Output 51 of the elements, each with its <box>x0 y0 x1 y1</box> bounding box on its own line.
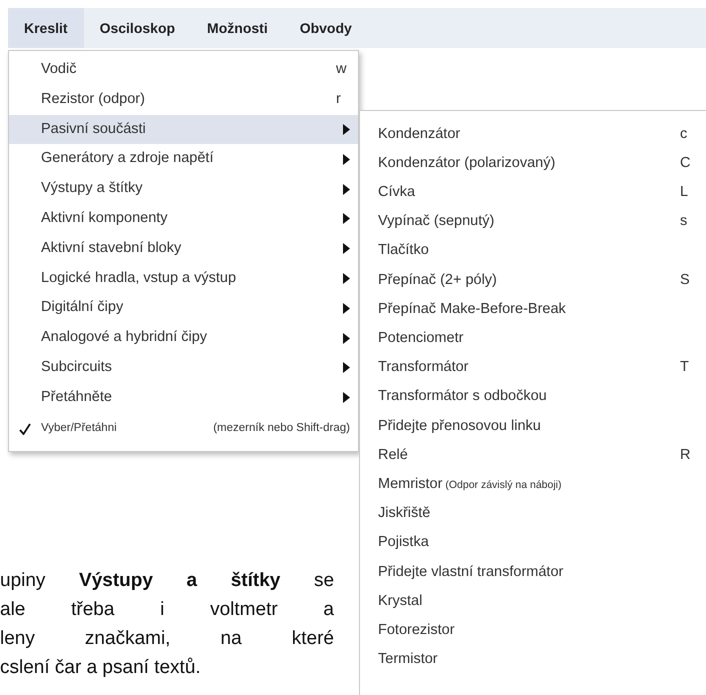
menu-item[interactable]: Jiskřiště <box>360 499 706 529</box>
submenu-arrow-icon <box>343 302 350 314</box>
menu-bar-item[interactable]: Kreslit <box>8 8 84 48</box>
paragraph-line: ale třeba i voltmetr a <box>0 598 334 622</box>
menu-item[interactable]: Memristor (Odpor závislý na náboji) <box>360 470 706 500</box>
submenu-arrow-icon <box>343 272 350 284</box>
menu-item[interactable]: Pojistka <box>360 528 706 558</box>
menu-bar-item[interactable]: Možnosti <box>191 8 284 48</box>
menu-item[interactable]: Vodič w <box>9 55 358 85</box>
menu-item[interactable]: Transformátor s odbočkou <box>360 382 706 412</box>
menu-item[interactable]: Pasivní součásti <box>9 114 358 144</box>
menu-item[interactable]: Přidejte vlastní transformátor <box>360 558 706 587</box>
menu-item[interactable]: Cívka L <box>360 178 706 208</box>
menu-item[interactable]: Aktivní stavební bloky <box>9 234 358 264</box>
menu-item[interactable]: Kondenzátor c <box>360 120 706 150</box>
menu-bar-item[interactable]: Osciloskop <box>84 8 192 48</box>
menu-item[interactable]: Krystal <box>360 587 706 616</box>
menu-item[interactable]: Fotorezistor <box>360 616 706 646</box>
menu-item[interactable]: Subcircuits <box>9 352 358 383</box>
paragraph-line: cslení čar a psaní textů. <box>0 656 202 680</box>
menu-item[interactable]: Digitální čipy <box>9 293 358 324</box>
menu-item[interactable]: Přetáhněte <box>9 382 358 413</box>
menu-item[interactable]: Logické hradla, vstup a výstup <box>9 264 358 294</box>
menu-item[interactable]: Tlačítko <box>360 236 706 266</box>
menu-item[interactable]: Aktivní komponenty <box>9 204 358 234</box>
menu-item[interactable]: Přepínač (2+ póly) S <box>360 266 706 296</box>
menu-item[interactable]: Vyber/Přetáhni (mezerník nebo Shift-drag) <box>9 412 358 445</box>
menu-item[interactable]: Transformátor T <box>360 354 706 383</box>
menu-item[interactable]: Přepínač Make-Before-Break <box>360 295 706 324</box>
menu-bar-item[interactable]: Obvody <box>284 8 368 48</box>
check-icon <box>19 422 31 435</box>
menu-item[interactable]: Potenciometr <box>360 324 706 354</box>
submenu-arrow-icon <box>343 213 350 224</box>
paragraph-line: leny značkami, na které <box>0 627 334 651</box>
submenu-arrow-icon <box>343 362 350 374</box>
menu-item[interactable]: Vypínač (sepnutý) s <box>360 208 706 237</box>
menu-item[interactable]: Výstupy a štítky <box>9 174 358 204</box>
submenu-arrow-icon <box>343 154 350 165</box>
menu-item[interactable]: Termistor <box>360 645 706 675</box>
menu-item[interactable]: Generátory a zdroje napětí <box>9 144 358 174</box>
menu-item[interactable]: Analogové a hybridní čipy <box>9 323 358 353</box>
menu-item[interactable]: Přidejte přenosovou linku <box>360 412 706 442</box>
paragraph-line: upiny Výstupy a štítky se <box>0 569 334 593</box>
menu-item[interactable]: Kondenzátor (polarizovaný) C <box>360 149 706 178</box>
submenu-arrow-icon <box>343 392 350 404</box>
submenu-arrow-icon <box>343 243 350 254</box>
menu-item[interactable]: Rezistor (odpor) r <box>9 84 358 115</box>
submenu-arrow-icon <box>343 124 350 135</box>
submenu-arrow-icon <box>343 184 350 195</box>
menu-item[interactable]: Relé R <box>360 441 706 470</box>
submenu-arrow-icon <box>343 332 350 344</box>
